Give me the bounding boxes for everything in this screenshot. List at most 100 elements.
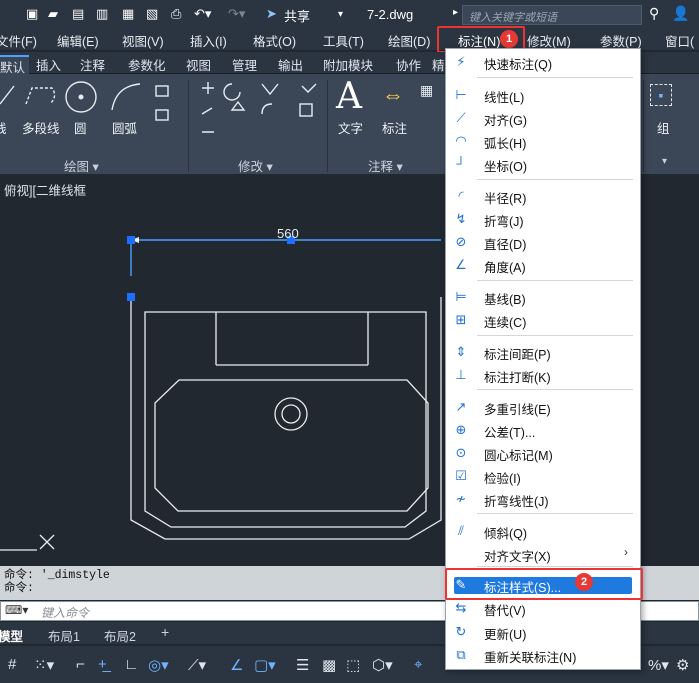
infer-constraints-icon[interactable]: ⌐ xyxy=(76,656,85,673)
snap-icon[interactable]: ⁙▾ xyxy=(34,656,54,674)
group-button[interactable]: 组 xyxy=(657,118,670,137)
export-icon[interactable]: ▧ xyxy=(146,6,158,22)
menu-item-arc-length[interactable]: ◠ 弧长(H) xyxy=(446,130,640,152)
menu-insert[interactable]: 插入(I) xyxy=(190,31,227,50)
menu-draw[interactable]: 绘图(D) xyxy=(388,31,430,50)
menu-item-quick-dimension[interactable]: ⚡ 快速标注(Q) xyxy=(446,51,640,73)
menu-item-linear[interactable]: ⊢ 线性(L) xyxy=(446,84,640,106)
grid-icon[interactable]: # xyxy=(8,656,16,673)
menu-item-update[interactable]: ↻ 更新(U) xyxy=(446,621,640,643)
customize-toolbar-icon[interactable]: ▾ xyxy=(338,9,343,20)
ucs-axis-marker xyxy=(0,534,55,551)
menu-item-oblique[interactable]: ⫽ 倾斜(Q) xyxy=(446,520,640,542)
menu-item-jogged-linear[interactable]: ≁ 折弯线性(J) xyxy=(446,488,640,510)
menu-separator xyxy=(477,179,633,180)
menu-item-reassociate[interactable]: ⧉ 重新关联标注(N) xyxy=(446,644,640,666)
lineweight-icon[interactable]: ☰ xyxy=(296,656,309,674)
object-snap-tracking-icon[interactable]: ∠ xyxy=(230,656,243,674)
share-icon[interactable]: ➤ xyxy=(266,6,277,22)
menu-item-diameter[interactable]: ⊘ 直径(D) xyxy=(446,231,640,253)
menu-item-align-text[interactable]: 对齐文字(X) › xyxy=(446,543,640,565)
chevron-right-icon[interactable]: ▸ xyxy=(453,7,458,18)
quick-dimension-icon: ⚡ xyxy=(456,54,466,69)
save-icon[interactable]: ▤ xyxy=(72,6,84,22)
tab-manage[interactable]: 管理 xyxy=(232,55,257,74)
tab-layout1[interactable]: 布局1 xyxy=(48,626,80,645)
isometric-icon[interactable]: ⟋▾ xyxy=(188,656,206,674)
polyline-button[interactable]: 多段线 xyxy=(22,118,60,137)
zoom-percent-icon[interactable]: %▾ xyxy=(648,656,669,674)
dynamic-input-icon[interactable]: +̲ xyxy=(98,656,107,673)
tab-default[interactable]: 默认 xyxy=(0,55,30,76)
menu-item-inspection[interactable]: ☑ 检验(I) xyxy=(446,465,640,487)
share-label[interactable]: 共享 xyxy=(284,6,310,25)
menu-item-radius[interactable]: ◜ 半径(R) xyxy=(446,185,640,207)
menu-item-aligned[interactable]: ⟋ 对齐(G) xyxy=(446,107,640,129)
command-input[interactable]: 键入命令 xyxy=(41,604,89,621)
save-as-icon[interactable]: ▥ xyxy=(96,6,108,22)
tab-parametric[interactable]: 参数化 xyxy=(128,55,166,74)
menu-item-jogged[interactable]: ↯ 折弯(J) xyxy=(446,208,640,230)
open-folder-icon[interactable]: ▰ xyxy=(48,6,58,22)
line-button[interactable]: 线 xyxy=(0,118,7,137)
text-button[interactable]: 文字 xyxy=(338,118,363,137)
print-icon[interactable]: ⎙ xyxy=(171,6,181,22)
search-icon[interactable]: ⚲ xyxy=(649,5,659,22)
search-input[interactable]: 键入关键字或短语 xyxy=(462,5,642,25)
undo-icon[interactable]: ↶▾ xyxy=(194,6,211,22)
tab-model[interactable]: 模型 xyxy=(0,626,23,645)
tab-layout2[interactable]: 布局2 xyxy=(104,626,136,645)
menu-item-multileader[interactable]: ↗ 多重引线(E) xyxy=(446,396,640,418)
tab-addins[interactable]: 附加模块 xyxy=(323,55,373,74)
tab-annotate[interactable]: 注释 xyxy=(80,55,105,74)
dimension-icon[interactable]: ⇔ xyxy=(382,82,404,108)
settings-icon[interactable]: ⚙ xyxy=(676,656,689,674)
tab-view[interactable]: 视图 xyxy=(186,55,211,74)
user-icon[interactable]: 👤 xyxy=(672,5,689,22)
menu-tools[interactable]: 工具(T) xyxy=(323,31,364,50)
annotation-monitor-icon[interactable]: ⌖ xyxy=(414,656,422,673)
tab-insert[interactable]: 插入 xyxy=(36,55,61,74)
menu-item-ordinate[interactable]: ┘ 坐标(O) xyxy=(446,153,640,175)
menu-edit[interactable]: 编辑(E) xyxy=(57,31,99,50)
transparency-icon[interactable]: ▩ xyxy=(322,656,336,674)
text-icon[interactable]: A xyxy=(336,76,362,117)
menu-item-dim-break[interactable]: ⊥ 标注打断(K) xyxy=(446,364,640,386)
new-file-icon[interactable]: ▣ xyxy=(26,6,38,22)
menu-item-dim-space[interactable]: ⇕ 标注间距(P) xyxy=(446,341,640,363)
tab-featured[interactable]: 精 xyxy=(432,55,445,74)
menu-item-continue[interactable]: ⊞ 连续(C) xyxy=(446,309,640,331)
menu-item-override[interactable]: ⇆ 替代(V) xyxy=(446,597,640,619)
group-panel-expand-icon[interactable]: ▾ xyxy=(662,156,667,167)
menu-item-tolerance[interactable]: ⊕ 公差(T)... xyxy=(446,419,640,441)
selection-cycling-icon[interactable]: ⬚ xyxy=(346,656,360,674)
menu-item-angular[interactable]: ∠ 角度(A) xyxy=(446,254,640,276)
object-snap-icon[interactable]: ▢▾ xyxy=(254,656,276,674)
polar-tracking-icon[interactable]: ◎▾ xyxy=(148,656,169,674)
circle-button[interactable]: 圆 xyxy=(74,118,87,137)
dimension-button[interactable]: 标注 xyxy=(382,118,407,137)
menu-item-baseline[interactable]: ⊨ 基线(B) xyxy=(446,286,640,308)
3d-osnap-icon[interactable]: ⬡▾ xyxy=(372,656,393,674)
dimension-text[interactable]: 560 xyxy=(277,226,299,241)
menu-window[interactable]: 窗口( xyxy=(665,31,694,50)
menu-separator xyxy=(477,566,633,567)
menu-file[interactable]: 文件(F) xyxy=(0,31,37,50)
annotate-group-title[interactable]: 注释 ▾ xyxy=(368,156,403,175)
draw-group-title[interactable]: 绘图 ▾ xyxy=(64,156,99,175)
menu-item-center-mark[interactable]: ⊙ 圆心标记(M) xyxy=(446,442,640,464)
redo-icon[interactable]: ↷▾ xyxy=(228,6,245,22)
import-icon[interactable]: ▦ xyxy=(122,6,134,22)
ortho-icon[interactable]: ∟ xyxy=(124,656,139,673)
tab-output[interactable]: 输出 xyxy=(278,55,303,74)
menu-view[interactable]: 视图(V) xyxy=(122,31,164,50)
add-layout-button[interactable]: + xyxy=(161,624,169,640)
table-icon[interactable]: ▦ xyxy=(420,82,433,99)
menu-format[interactable]: 格式(O) xyxy=(253,31,296,50)
command-prompt-icon[interactable]: ⌨▾ xyxy=(5,603,28,617)
menu-item-label: 快速标注(Q) xyxy=(484,58,553,72)
tab-collaborate[interactable]: 协作 xyxy=(396,55,421,74)
arc-button[interactable]: 圆弧 xyxy=(112,118,137,137)
group-icon[interactable]: ▪ xyxy=(650,84,672,106)
modify-group-title[interactable]: 修改 ▾ xyxy=(238,156,273,175)
